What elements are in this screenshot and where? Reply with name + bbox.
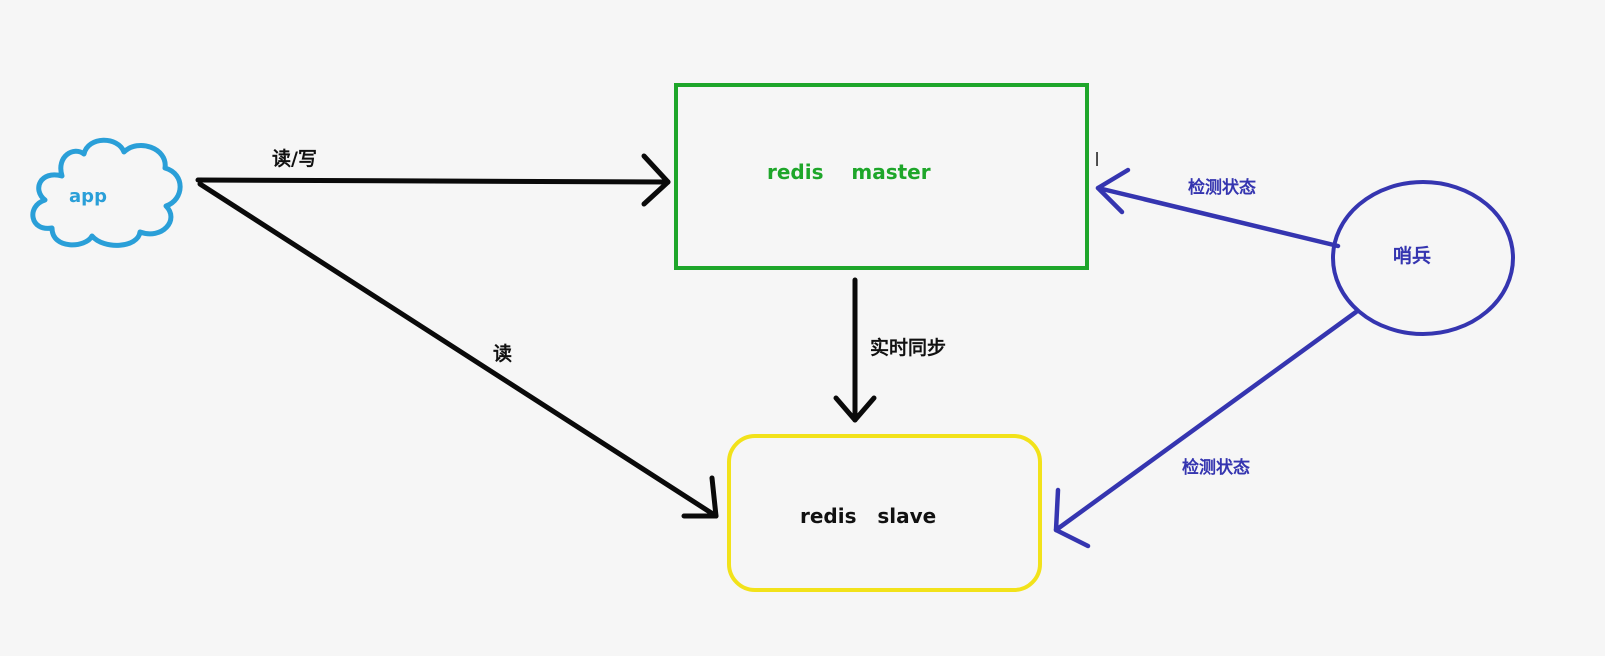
- edge-app-to-master: 读/写: [195, 147, 671, 207]
- arrow-line: [195, 177, 671, 185]
- edge-label: 读: [493, 342, 512, 365]
- architecture-diagram: app redis master I redis slave 哨兵 读/写 读 …: [30, 83, 1515, 592]
- edge-app-to-slave: 读: [197, 181, 719, 519]
- redis-master-node[interactable]: redis master: [674, 83, 1089, 270]
- edge-label: 检测状态: [1188, 177, 1256, 198]
- sentinel-node[interactable]: 哨兵: [1331, 180, 1515, 336]
- edge-sentinel-to-slave: 检测状态: [1053, 309, 1359, 549]
- edge-master-to-slave: 实时同步: [833, 277, 946, 423]
- redis-slave-label: redis slave: [800, 504, 936, 528]
- edge-label: 实时同步: [870, 336, 946, 359]
- edge-sentinel-to-master: 检测状态: [1095, 167, 1341, 249]
- arrow-line: [1053, 309, 1359, 533]
- app-node[interactable]: app: [30, 137, 183, 248]
- arrow-line: [197, 181, 719, 519]
- redis-master-label: redis master: [767, 160, 931, 184]
- app-label: app: [69, 186, 107, 207]
- redis-slave-node[interactable]: redis slave: [727, 434, 1042, 592]
- edge-label: 检测状态: [1182, 457, 1250, 478]
- edge-label: 读/写: [272, 147, 317, 170]
- text-cursor-icon: I: [1094, 149, 1100, 171]
- sentinel-label: 哨兵: [1393, 245, 1431, 267]
